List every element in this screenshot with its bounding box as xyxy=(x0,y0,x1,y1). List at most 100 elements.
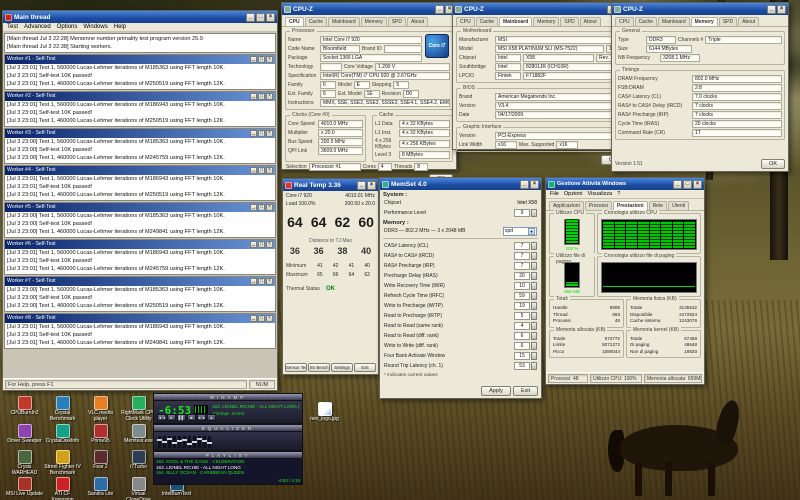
spinner[interactable] xyxy=(531,242,537,250)
tab-spd[interactable]: SPD xyxy=(388,17,406,26)
tab-cache[interactable]: Cache xyxy=(305,17,327,26)
desktop-icon[interactable]: RightMark CPU Clock Utility xyxy=(120,396,157,422)
apply-button[interactable]: Apply xyxy=(481,386,511,396)
menu-windows[interactable]: Windows xyxy=(83,24,107,30)
desktop-icon[interactable]: CPUBurnIn2 xyxy=(6,396,43,417)
tab-about[interactable]: About xyxy=(738,17,759,26)
tab-memory[interactable]: Memory xyxy=(533,17,559,26)
eq-slider[interactable] xyxy=(183,436,186,448)
processor-selection-dropdown[interactable]: Processor #1 xyxy=(309,163,361,171)
equalizer-titlebar[interactable]: EQUALIZER xyxy=(153,424,303,431)
maximize-button[interactable]: □ xyxy=(258,167,265,174)
tab-about[interactable]: About xyxy=(580,17,601,26)
desktop-icon[interactable]: CrystalDiskInfo xyxy=(44,424,81,445)
spinner[interactable] xyxy=(531,322,537,330)
tab-users[interactable]: Utenti xyxy=(668,201,689,210)
tab-cache[interactable]: Cache xyxy=(476,17,498,26)
maximize-button[interactable]: □ xyxy=(258,56,265,63)
spd-dropdown[interactable]: spd▼ xyxy=(503,227,537,236)
close-button[interactable]: × xyxy=(266,93,273,100)
eq-slider[interactable] xyxy=(163,436,166,448)
play-button[interactable]: ► xyxy=(167,414,176,421)
worker-titlebar[interactable]: Worker #7 - Self-Test_□× xyxy=(5,277,275,286)
close-button[interactable]: × xyxy=(266,241,273,248)
eq-slider[interactable] xyxy=(178,436,181,448)
menu-help[interactable]: Help xyxy=(114,24,126,30)
desktop-icon[interactable]: Crystal Benchmark xyxy=(44,396,81,422)
maximize-button[interactable]: □ xyxy=(683,180,692,189)
exit-button[interactable]: Exit xyxy=(354,363,376,372)
spinner[interactable] xyxy=(531,292,537,300)
worker-titlebar[interactable]: Worker #5 - Self-Test_□× xyxy=(5,203,275,212)
minimize-button[interactable]: _ xyxy=(357,181,366,190)
close-button[interactable]: × xyxy=(266,130,273,137)
tab-applications[interactable]: Applicazioni xyxy=(549,201,584,210)
close-button[interactable]: × xyxy=(266,278,273,285)
settings-button[interactable]: Settings xyxy=(331,363,353,372)
worker-titlebar[interactable]: Worker #8 - Self-Test_□× xyxy=(5,314,275,323)
tab-cpu[interactable]: CPU xyxy=(456,17,475,26)
close-button[interactable]: × xyxy=(777,5,786,14)
maximize-button[interactable]: □ xyxy=(256,13,265,22)
spinner[interactable] xyxy=(531,352,537,360)
maximize-button[interactable]: □ xyxy=(258,241,265,248)
maximize-button[interactable]: □ xyxy=(258,278,265,285)
maximize-button[interactable]: □ xyxy=(258,204,265,211)
spinner[interactable] xyxy=(531,252,537,260)
tab-cpu[interactable]: CPU xyxy=(615,17,634,26)
menu-options[interactable]: Options xyxy=(57,24,78,30)
desktop-icon[interactable]: Prime95 xyxy=(82,424,119,445)
worker-titlebar[interactable]: Worker #6 - Self-Test_□× xyxy=(5,240,275,249)
minimize-button[interactable]: _ xyxy=(250,56,257,63)
close-button[interactable]: × xyxy=(266,204,273,211)
minimize-button[interactable]: _ xyxy=(673,180,682,189)
stop-button[interactable]: ■ xyxy=(187,414,196,421)
close-button[interactable]: × xyxy=(266,167,273,174)
sensor-test-button[interactable]: Sensor Test xyxy=(285,363,307,372)
memset-titlebar[interactable]: MemSet 4.0 _× xyxy=(380,178,541,190)
desktop-icon[interactable]: Virtual CloneDrive xyxy=(120,477,157,500)
tab-performance[interactable]: Prestazioni xyxy=(613,201,648,210)
desktop-icon[interactable]: Driver Sweeper xyxy=(6,424,43,445)
ok-button[interactable]: OK xyxy=(761,159,785,169)
minimize-button[interactable]: _ xyxy=(250,204,257,211)
tab-networking[interactable]: Rete xyxy=(649,201,668,210)
spinner[interactable] xyxy=(531,209,537,217)
cpuz-titlebar[interactable]: CPU-Z _× xyxy=(453,3,628,15)
menu-view[interactable]: Visualizza xyxy=(588,191,613,197)
close-button[interactable]: × xyxy=(266,56,273,63)
prime95-titlebar[interactable]: Main thread _□× xyxy=(3,11,277,23)
tab-about[interactable]: About xyxy=(407,17,428,26)
worker-titlebar[interactable]: Worker #4 - Self-Test_□× xyxy=(5,166,275,175)
close-button[interactable]: × xyxy=(266,315,273,322)
desktop-icon[interactable]: Crysis WARHEAD xyxy=(6,450,43,476)
spinner[interactable] xyxy=(531,312,537,320)
minimize-button[interactable]: _ xyxy=(767,5,776,14)
previous-button[interactable]: ◄◄ xyxy=(157,414,166,421)
spinner[interactable] xyxy=(531,262,537,270)
desktop-icon[interactable]: i7Turbo xyxy=(120,450,157,471)
eq-slider[interactable] xyxy=(168,436,171,448)
maximize-button[interactable]: □ xyxy=(258,130,265,137)
menu-file[interactable]: File xyxy=(550,191,559,197)
eq-slider[interactable] xyxy=(203,436,206,448)
tab-mainboard[interactable]: Mainboard xyxy=(499,17,532,26)
eq-slider[interactable] xyxy=(188,436,191,448)
tab-spd[interactable]: SPD xyxy=(560,17,578,26)
spinner[interactable] xyxy=(531,332,537,340)
close-button[interactable]: × xyxy=(367,181,376,190)
desktop-icon[interactable]: Sandra Lite xyxy=(82,477,119,498)
playlist-titlebar[interactable]: PLAYLIST xyxy=(153,451,303,458)
pause-button[interactable]: ▌▌ xyxy=(177,414,186,421)
maximize-button[interactable]: □ xyxy=(258,315,265,322)
desktop-icon[interactable]: Street Fighter IV Benchmark xyxy=(44,450,81,476)
playlist-item[interactable]: 164. BILLY OCEAN - CARIBBEAN QUEEN xyxy=(154,470,302,476)
minimize-button[interactable]: _ xyxy=(250,130,257,137)
cpuz-titlebar[interactable]: CPU-Z _× xyxy=(282,3,456,15)
realtemp-titlebar[interactable]: Real Temp 3.36 _× xyxy=(283,179,378,191)
tab-cpu[interactable]: CPU xyxy=(285,17,304,26)
close-button[interactable]: × xyxy=(693,180,702,189)
minimize-button[interactable]: _ xyxy=(250,278,257,285)
minimize-button[interactable]: _ xyxy=(250,167,257,174)
close-button[interactable]: × xyxy=(266,13,275,22)
